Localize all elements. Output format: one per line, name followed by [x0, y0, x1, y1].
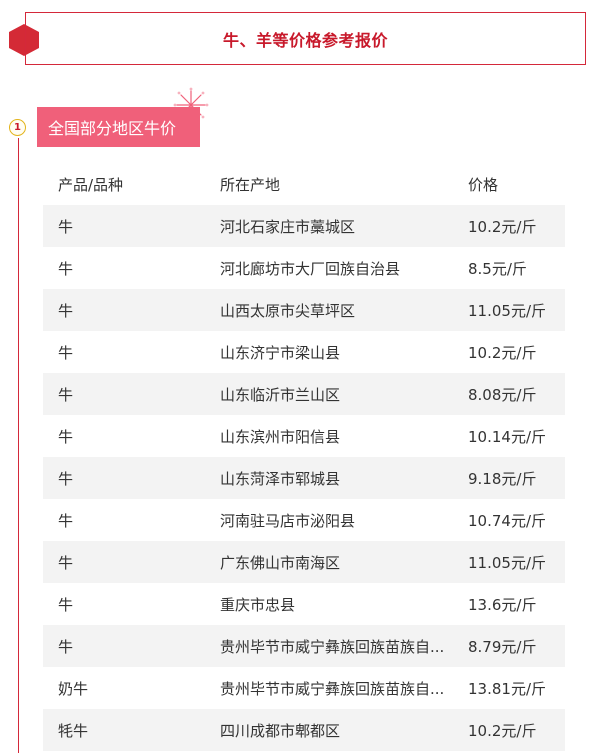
table-row: 牦牛 四川成都市郫都区 10.2元/斤 [43, 709, 565, 751]
cell-origin: 山东临沂市兰山区 [220, 385, 341, 404]
cell-product: 牛 [58, 553, 74, 572]
section-title: 全国部分地区牛价 [37, 107, 200, 147]
table-row: 牛 山西太原市尖草坪区 11.05元/斤 [43, 289, 565, 331]
timeline-line [18, 138, 19, 753]
page: 牛、羊等价格参考报价 1 全国部分地区牛价 产品/品种 所在产地 价格 牛 河北… [0, 0, 600, 753]
cell-product: 牛 [58, 217, 74, 236]
table-row: 牛 河北廊坊市大厂回族自治县 8.5元/斤 [43, 247, 565, 289]
cell-product: 牛 [58, 637, 74, 656]
column-header-price: 价格 [468, 175, 499, 194]
cell-product: 牛 [58, 469, 74, 488]
cell-price: 10.74元/斤 [468, 511, 546, 530]
cell-product: 牛 [58, 595, 74, 614]
table-row: 奶牛 贵州毕节市威宁彝族回族苗族自... 13.81元/斤 [43, 667, 565, 709]
section-title-label: 全国部分地区牛价 [48, 119, 177, 138]
cell-price: 11.05元/斤 [468, 301, 546, 320]
cell-price: 8.08元/斤 [468, 385, 537, 404]
cell-origin: 山东滨州市阳信县 [220, 427, 341, 446]
table-header: 产品/品种 所在产地 价格 [43, 163, 565, 205]
cell-product: 牛 [58, 343, 74, 362]
cell-origin: 山东菏泽市郓城县 [220, 469, 341, 488]
cell-origin: 山西太原市尖草坪区 [220, 301, 356, 320]
table-row: 牛 山东济宁市梁山县 10.2元/斤 [43, 331, 565, 373]
cell-origin: 贵州毕节市威宁彝族回族苗族自... [220, 637, 445, 656]
header-box: 牛、羊等价格参考报价 [25, 12, 586, 65]
cell-price: 10.2元/斤 [468, 721, 537, 740]
cell-price: 9.18元/斤 [468, 469, 537, 488]
table-row: 牛 山东临沂市兰山区 8.08元/斤 [43, 373, 565, 415]
cell-product: 牛 [58, 385, 74, 404]
cell-product: 牦牛 [58, 721, 89, 740]
cell-origin: 贵州毕节市威宁彝族回族苗族自... [220, 679, 445, 698]
table-row: 牛 广东佛山市南海区 11.05元/斤 [43, 541, 565, 583]
cell-origin: 河北石家庄市藁城区 [220, 217, 356, 236]
cell-price: 11.05元/斤 [468, 553, 546, 572]
table-row: 牛 山东菏泽市郓城县 9.18元/斤 [43, 457, 565, 499]
table-row: 牛 河南驻马店市泌阳县 10.74元/斤 [43, 499, 565, 541]
cell-price: 10.2元/斤 [468, 217, 537, 236]
step-number-badge: 1 [9, 119, 26, 136]
column-header-product: 产品/品种 [58, 175, 124, 194]
cell-product: 牛 [58, 511, 74, 530]
cell-origin: 山东济宁市梁山县 [220, 343, 341, 362]
cell-origin: 河北廊坊市大厂回族自治县 [220, 259, 401, 278]
cell-price: 10.2元/斤 [468, 343, 537, 362]
cell-price: 13.6元/斤 [468, 595, 537, 614]
cell-price: 13.81元/斤 [468, 679, 546, 698]
cell-product: 牛 [58, 301, 74, 320]
table-row: 牛 重庆市忠县 13.6元/斤 [43, 583, 565, 625]
column-header-origin: 所在产地 [220, 175, 281, 194]
cell-price: 8.5元/斤 [468, 259, 527, 278]
cell-price: 10.14元/斤 [468, 427, 546, 446]
table-row: 牛 山东滨州市阳信县 10.14元/斤 [43, 415, 565, 457]
cell-product: 牛 [58, 259, 74, 278]
cell-product: 牛 [58, 427, 74, 446]
page-title: 牛、羊等价格参考报价 [222, 30, 388, 50]
cell-origin: 河南驻马店市泌阳县 [220, 511, 356, 530]
table-row: 牛 河北石家庄市藁城区 10.2元/斤 [43, 205, 565, 247]
price-table: 产品/品种 所在产地 价格 牛 河北石家庄市藁城区 10.2元/斤 牛 河北廊坊… [43, 163, 565, 751]
cell-origin: 重庆市忠县 [220, 595, 296, 614]
cell-product: 奶牛 [58, 679, 89, 698]
table-row: 牛 贵州毕节市威宁彝族回族苗族自... 8.79元/斤 [43, 625, 565, 667]
cell-origin: 广东佛山市南海区 [220, 553, 341, 572]
cell-price: 8.79元/斤 [468, 637, 537, 656]
cell-origin: 四川成都市郫都区 [220, 721, 341, 740]
